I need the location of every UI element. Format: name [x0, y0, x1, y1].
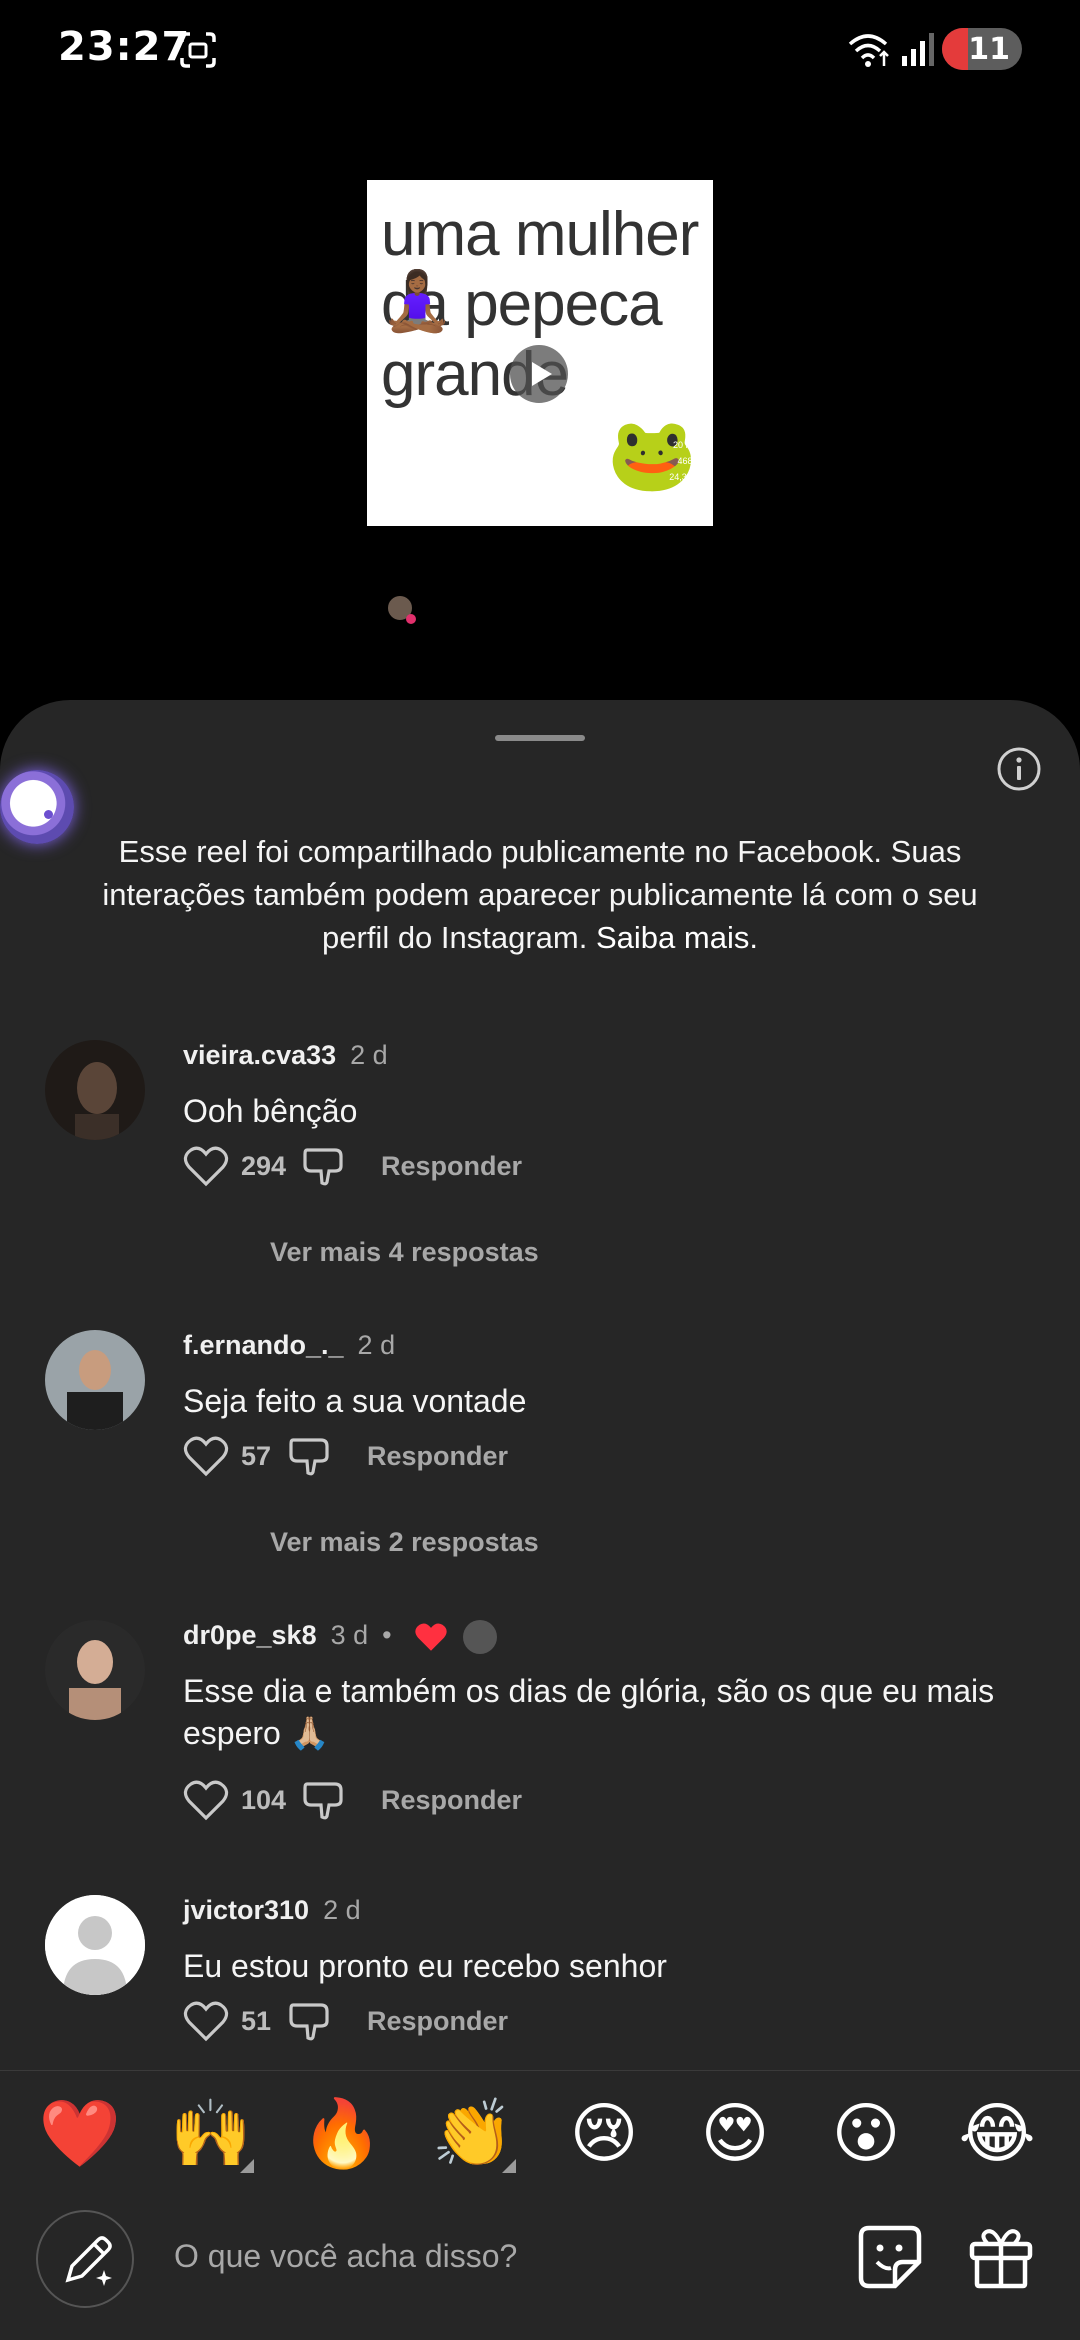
edit-pen-button[interactable] [36, 2210, 134, 2308]
reel-share-count: 24,3 mil [669, 472, 701, 482]
avatar[interactable] [45, 1330, 145, 1430]
battery-low-fill [942, 28, 968, 70]
comment-actions: 57 Responder [183, 1434, 508, 1478]
more-options-icon[interactable]: ⋮ [660, 488, 710, 499]
comment-time: 3 d [330, 1620, 369, 1651]
separator-dot: • [382, 1620, 392, 1651]
avatar[interactable] [45, 1895, 145, 1995]
like-count: 57 [241, 1440, 272, 1471]
emoji-clap-button[interactable]: 👏 [428, 2093, 518, 2173]
comment-username[interactable]: vieira.cva33 [183, 1040, 336, 1070]
facebook-share-notice: Esse reel foi compartilhado publicamente… [80, 830, 1000, 959]
dislike-icon[interactable] [301, 1144, 345, 1188]
comment-item: f.ernando_._ 2 d Seja feito a sua vontade… [0, 1330, 1080, 1530]
battery-indicator: 11 [942, 28, 1022, 70]
comment-header: dr0pe_sk8 3 d • [183, 1620, 497, 1654]
reel-preview[interactable]: uma mulher da pepeca grande 🧘🏾‍♀️ 🐸 20 m… [0, 100, 1080, 700]
reel-author-avatar[interactable] [386, 594, 416, 624]
comment-composer: O que você acha disso? [0, 2200, 1080, 2340]
like-count: 51 [241, 2005, 272, 2036]
like-heart-icon[interactable] [183, 2000, 229, 2042]
creator-liked-heart-icon [415, 1623, 447, 1651]
comment-input[interactable]: O que você acha disso? [174, 2238, 517, 2275]
emoji-reaction-bar: ❤️ 🙌 🔥 👏 😢 😍 😮 😂 [0, 2070, 1080, 2200]
comment-text: Esse dia e também os dias de glória, são… [183, 1673, 995, 1751]
comment-actions: 51 Responder [183, 1999, 508, 2043]
clock: 23:27 [58, 24, 191, 70]
notice-text: Esse reel foi compartilhado publicamente… [102, 834, 978, 955]
screenshot-icon [180, 32, 216, 68]
reel-like-count: 20 mil [672, 440, 697, 450]
reel-comment-count: 468 [677, 456, 693, 466]
reel-side-actions: 20 mil 468 24,3 mil ⋮ [660, 440, 710, 505]
floating-assistant-bubble[interactable] [0, 770, 74, 844]
pen-sparkle-icon [65, 2236, 112, 2286]
creator-avatar [462, 1620, 497, 1654]
comment-header: jvictor310 2 d [183, 1895, 361, 1926]
status-bar: 23:27 11 [0, 0, 1080, 100]
like-heart-icon[interactable] [183, 1779, 229, 1821]
comment-username[interactable]: jvictor310 [183, 1895, 309, 1925]
comment-actions: 294 Responder [183, 1144, 522, 1188]
emoji-heart-eyes-button[interactable]: 😍 [690, 2093, 780, 2173]
comment-text: Ooh bênção [183, 1093, 358, 1129]
sheet-drag-handle[interactable] [495, 735, 585, 741]
sticker-icon[interactable] [855, 2222, 925, 2292]
comment-text: Eu estou pronto eu recebo senhor [183, 1948, 667, 1984]
comment-username[interactable]: f.ernando_._ [183, 1330, 344, 1360]
comment-time: 2 d [323, 1895, 361, 1925]
emoji-laughing-button[interactable]: 😂 [952, 2093, 1042, 2173]
reply-button[interactable]: Responder [367, 1441, 508, 1472]
view-more-replies[interactable]: Ver mais 4 respostas [270, 1237, 539, 1268]
comment-actions: 104 Responder [183, 1778, 522, 1822]
signal-icon [902, 33, 934, 66]
comment-username[interactable]: dr0pe_sk8 [183, 1620, 317, 1650]
play-icon[interactable] [510, 345, 568, 403]
emoji-raised-hands-button[interactable]: 🙌 [166, 2093, 256, 2173]
comment-item: dr0pe_sk8 3 d • Esse dia e também os dias … [0, 1620, 1080, 1860]
comment-header: vieira.cva33 2 d [183, 1040, 388, 1071]
like-heart-icon[interactable] [183, 1435, 229, 1477]
comment-item: vieira.cva33 2 d Ooh bênção 294 Responder [0, 1040, 1080, 1240]
dislike-icon[interactable] [301, 1778, 345, 1822]
comment-text: Seja feito a sua vontade [183, 1383, 527, 1419]
comments-sheet: Esse reel foi compartilhado publicamente… [0, 700, 1080, 2340]
comment-time: 2 d [350, 1040, 388, 1070]
comment-item: jvictor310 2 d Eu estou pronto eu recebo … [0, 1895, 1080, 2095]
emoji-crying-button[interactable]: 😢 [559, 2093, 649, 2173]
emoji-surprised-button[interactable]: 😮 [821, 2093, 911, 2173]
skin-tone-indicator [240, 2159, 254, 2173]
comment-time: 2 d [357, 1330, 396, 1360]
reply-button[interactable]: Responder [381, 1151, 522, 1182]
wifi-icon [848, 34, 889, 67]
comment-header: f.ernando_._ 2 d [183, 1330, 395, 1361]
avatar[interactable] [45, 1620, 145, 1720]
like-heart-icon[interactable] [183, 1145, 229, 1187]
info-icon[interactable] [996, 746, 1042, 792]
view-more-replies[interactable]: Ver mais 2 respostas [270, 1527, 539, 1558]
like-count: 104 [241, 1784, 287, 1815]
reply-button[interactable]: Responder [381, 1785, 522, 1816]
gift-icon[interactable] [966, 2222, 1036, 2292]
emoji-fire-button[interactable]: 🔥 [297, 2093, 387, 2173]
meditating-person-emoji: 🧘🏾‍♀️ [381, 269, 454, 334]
battery-level: 11 [968, 31, 1010, 67]
reply-button[interactable]: Responder [367, 2006, 508, 2037]
dislike-icon[interactable] [287, 1434, 331, 1478]
skin-tone-indicator [502, 2159, 516, 2173]
like-count: 294 [241, 1150, 287, 1181]
dislike-icon[interactable] [287, 1999, 331, 2043]
learn-more-link[interactable]: Saiba mais. [596, 920, 758, 955]
avatar[interactable] [45, 1040, 145, 1140]
emoji-heart-button[interactable]: ❤️ [35, 2093, 125, 2173]
